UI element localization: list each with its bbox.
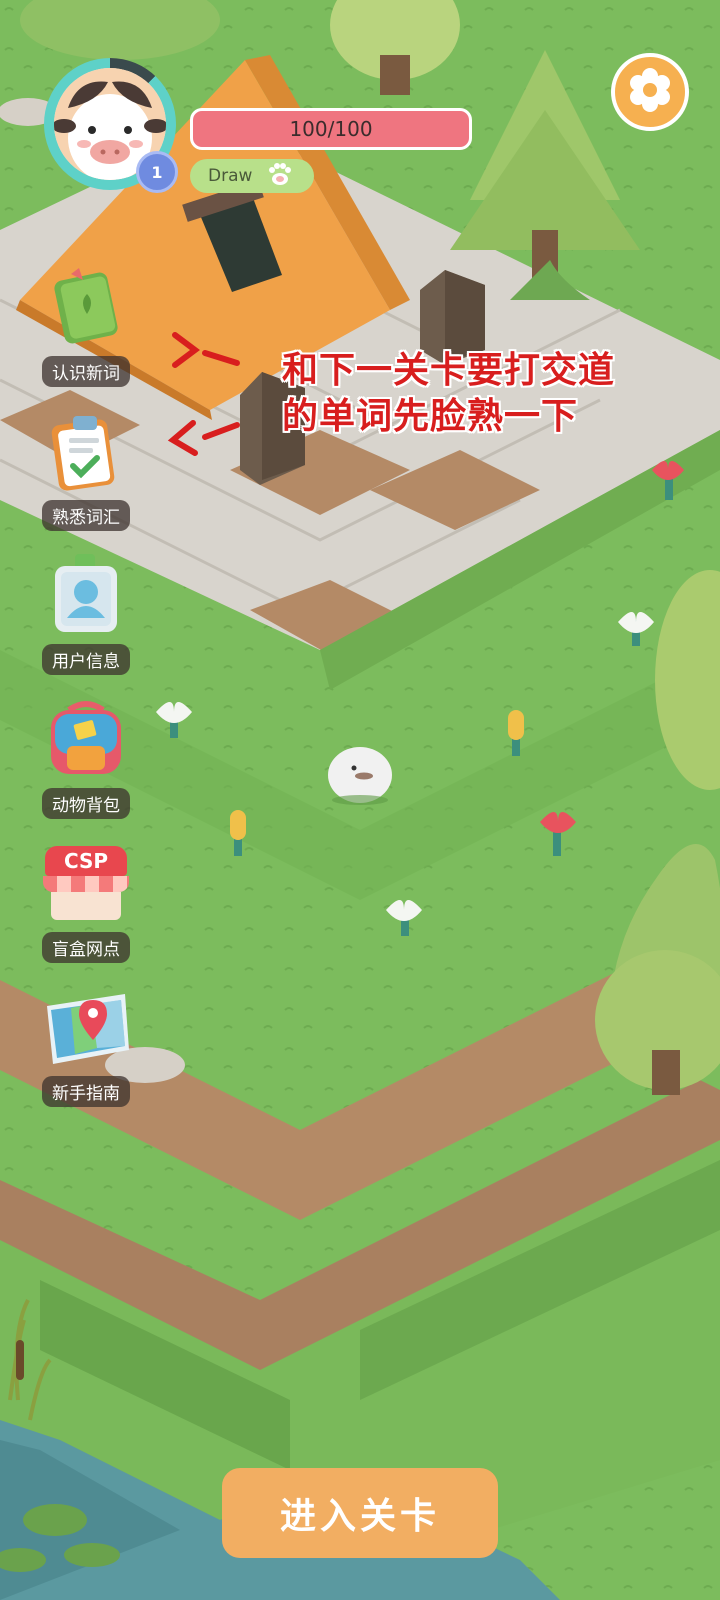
menu-label: 认识新词 bbox=[42, 356, 130, 387]
menu-label: 新手指南 bbox=[42, 1076, 130, 1107]
menu-item-backpack[interactable]: 动物背包 bbox=[32, 696, 140, 819]
book-icon bbox=[41, 264, 131, 354]
menu-item-blind-box-shop[interactable]: CSP 盲盒网点 bbox=[32, 840, 140, 963]
hp-text: 100/100 bbox=[289, 117, 373, 141]
shop-sign: CSP bbox=[63, 849, 109, 873]
clipboard-check-icon bbox=[41, 408, 131, 498]
menu-item-new-words[interactable]: 认识新词 bbox=[32, 264, 140, 387]
enter-level-button[interactable]: 进入关卡 bbox=[222, 1468, 498, 1558]
menu-item-user-info[interactable]: 用户信息 bbox=[32, 552, 140, 675]
annotation-line-1: 和下一关卡要打交道 bbox=[282, 350, 616, 391]
menu-label: 熟悉词汇 bbox=[42, 500, 130, 531]
draw-button[interactable]: Draw bbox=[190, 159, 314, 193]
gear-icon bbox=[627, 67, 673, 117]
settings-button[interactable] bbox=[611, 53, 689, 131]
tutorial-annotation: 和下一关卡要打交道 的单词先脸熟一下 bbox=[282, 348, 702, 440]
annotation-line-2: 的单词先脸熟一下 bbox=[282, 396, 579, 437]
hp-bar: 100/100 bbox=[190, 108, 472, 150]
user-badge-icon bbox=[41, 552, 131, 642]
map-pin-icon bbox=[41, 984, 131, 1074]
paw-icon bbox=[266, 161, 294, 192]
draw-label: Draw bbox=[208, 166, 253, 186]
menu-label: 动物背包 bbox=[42, 788, 130, 819]
menu-label: 用户信息 bbox=[42, 644, 130, 675]
menu-label: 盲盒网点 bbox=[42, 932, 130, 963]
backpack-icon bbox=[41, 696, 131, 786]
menu-item-vocabulary[interactable]: 熟悉词汇 bbox=[32, 408, 140, 531]
annotation-arrows bbox=[167, 332, 240, 456]
menu-item-beginner-guide[interactable]: 新手指南 bbox=[32, 984, 140, 1107]
csp-shop-icon: CSP bbox=[41, 840, 131, 930]
level-badge: 1 bbox=[136, 151, 178, 193]
